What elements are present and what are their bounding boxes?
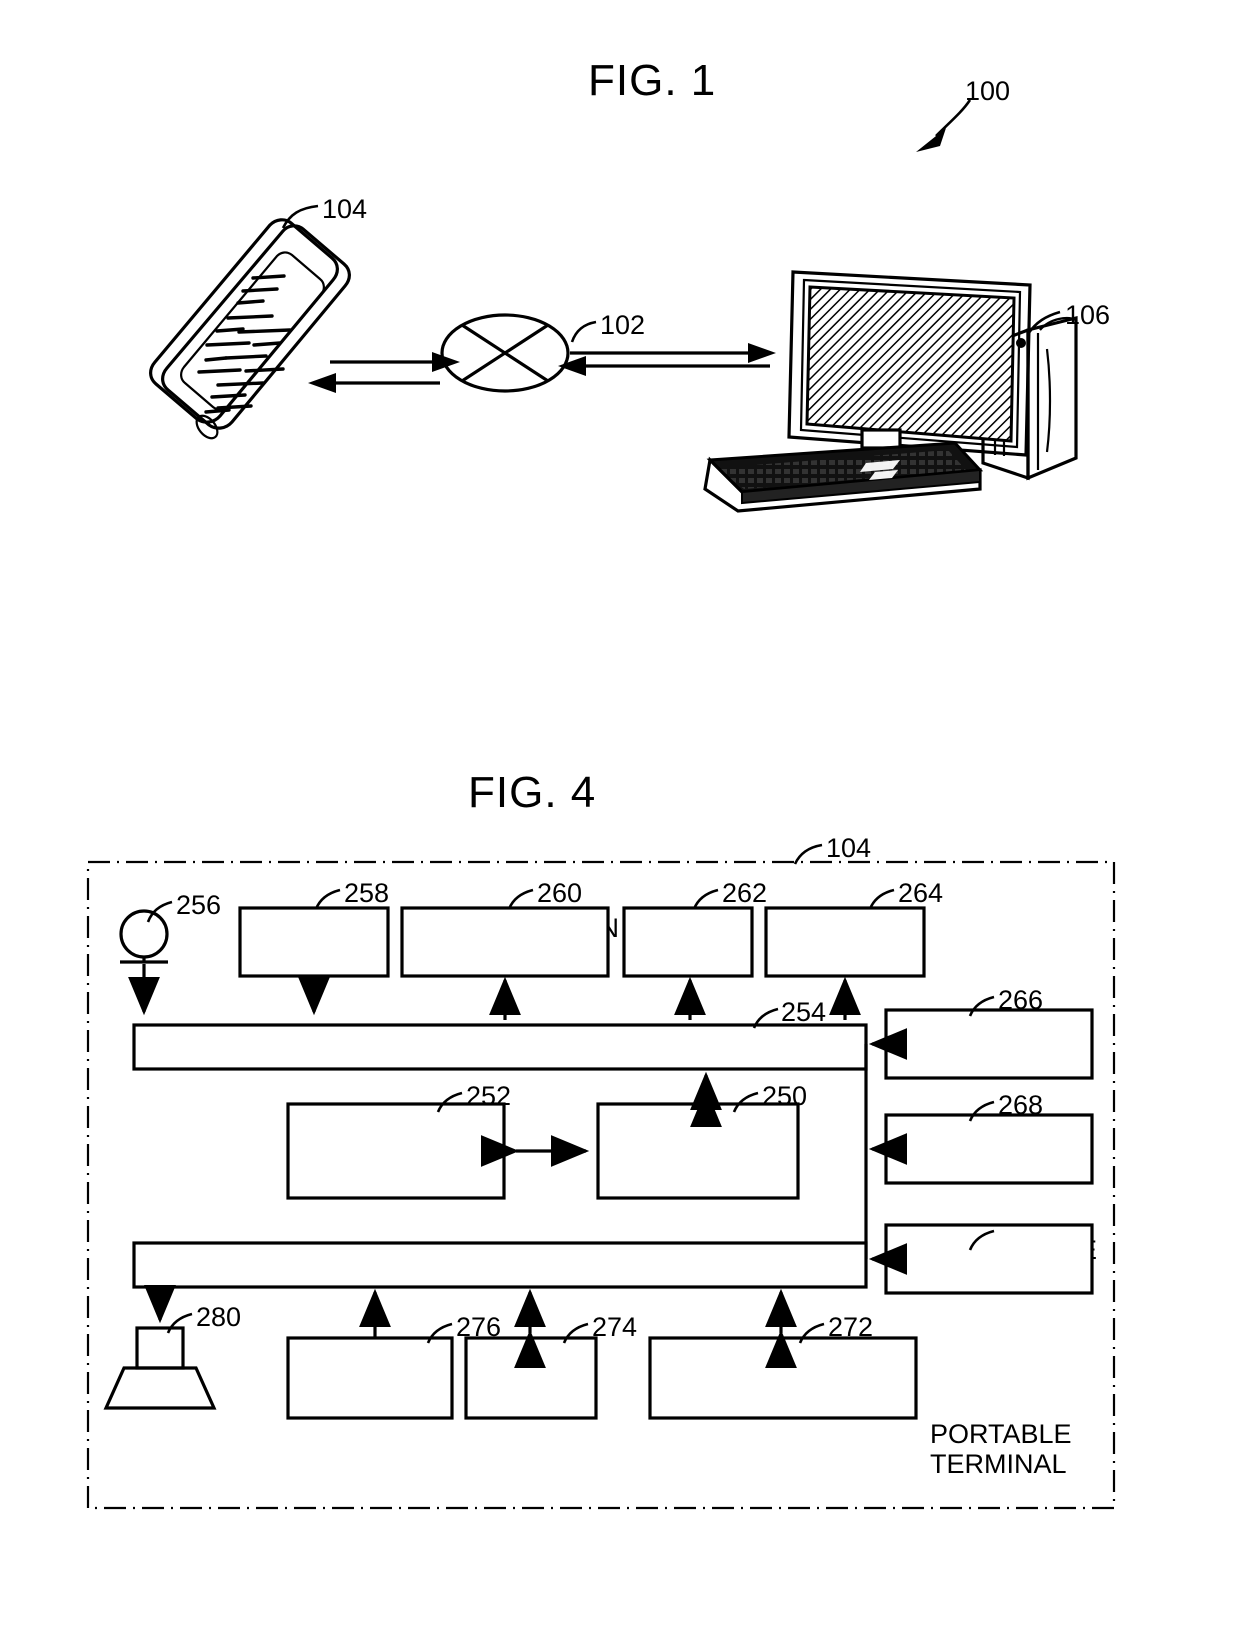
touch-panel-label: TOUCH- PANEL [479, 1348, 584, 1408]
interface-label: INTERFACE [484, 1030, 642, 1061]
ref-260: 260 [537, 878, 583, 908]
ref-100: 100 [965, 76, 1011, 106]
ref-250: 250 [762, 1081, 808, 1111]
ref-252: 252 [466, 1081, 512, 1111]
magnetic-sensor-label: MAGNETIC SENSOR [775, 913, 918, 973]
operation-buttons-label: OPERATION BUTTONS [293, 1348, 451, 1408]
ref-104-fig4: 104 [826, 833, 872, 863]
tilt-sensor-label: TILT SENSOR [631, 913, 746, 973]
ref-254: 254 [781, 997, 827, 1027]
ref-268: 268 [998, 1090, 1044, 1120]
ref-102: 102 [600, 310, 646, 340]
fig1-smartphone-node [150, 210, 350, 440]
microphone-graphic [119, 909, 169, 964]
fig1-computer-node [700, 265, 1090, 515]
patent-drawing-sheet: FIG. 1 100 104 102 106 FIG. 4 104 256 25… [0, 0, 1240, 1644]
pressure-sensor-label: PRESSURE SENSOR [903, 1125, 1052, 1185]
communication-device-label: COMMUNICATION DEVICE [657, 1348, 889, 1408]
ref-262: 262 [722, 878, 768, 908]
lower-bus-bar [132, 1241, 868, 1289]
portable-terminal-label: PORTABLE TERMINAL [930, 1419, 1072, 1479]
ref-266: 266 [998, 985, 1044, 1015]
ref-256: 256 [176, 890, 222, 920]
processor-label: PROCESSOR [613, 1136, 786, 1166]
figure-1-title: FIG. 1 [588, 56, 717, 105]
figure-4-title: FIG. 4 [468, 768, 597, 817]
gps-receiver-label: GPS RECEIVER [249, 913, 388, 973]
acceleration-sensor-label: ACCELERATION SENSOR [411, 913, 620, 973]
ref-280: 280 [196, 1302, 242, 1332]
ref-272: 272 [828, 1312, 874, 1342]
ref-258: 258 [344, 878, 390, 908]
speaker-graphic [103, 1326, 217, 1410]
fig1-network-node [440, 313, 570, 393]
temperature-sensor-label: TEMPERATURE SENSOR [895, 1235, 1098, 1295]
ref-276: 276 [456, 1312, 502, 1342]
ref-274: 274 [592, 1312, 638, 1342]
ref-264: 264 [898, 878, 944, 908]
luminance-sensor-label: LUMINANCE SENSOR [903, 1020, 1063, 1080]
memory-label: MEMORY [325, 1136, 447, 1166]
